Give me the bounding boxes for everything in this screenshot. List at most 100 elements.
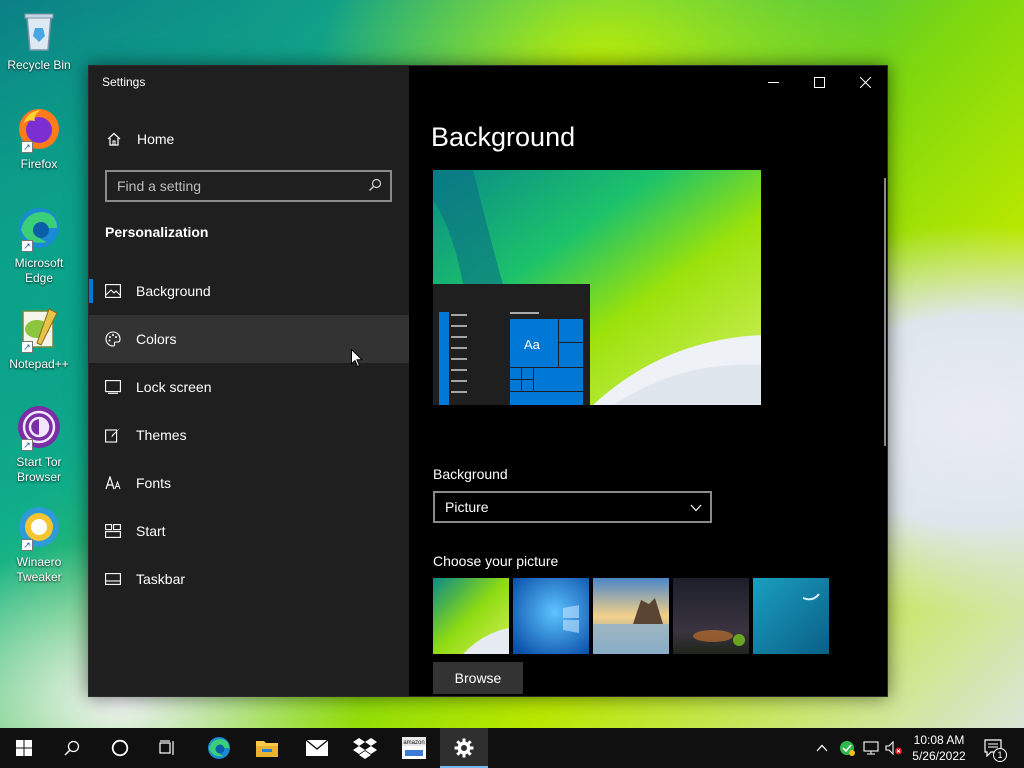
taskbar-icon xyxy=(105,571,121,587)
search-button[interactable] xyxy=(48,728,96,768)
network-icon xyxy=(863,741,879,755)
svg-text:amazon: amazon xyxy=(403,740,424,746)
taskbar: amazon 10:08 AM 5/26/2022 1 xyxy=(0,728,1024,768)
nav-item-background[interactable]: Background xyxy=(89,267,409,315)
desktop-icon-label: Microsoft Edge xyxy=(14,256,64,285)
desktop-icon-label: Recycle Bin xyxy=(7,58,71,72)
settings-content: Background Aa Background Picture Choose … xyxy=(409,66,889,696)
desktop-icon-label: Notepad++ xyxy=(9,357,69,371)
picture-thumbnail[interactable] xyxy=(593,578,669,654)
preview-tile-text: Aa xyxy=(524,337,540,352)
shortcut-arrow-icon: ↗ xyxy=(21,341,33,353)
edge-icon xyxy=(208,737,230,759)
maximize-icon xyxy=(813,76,825,88)
section-title: Personalization xyxy=(105,224,209,240)
mouse-pointer-icon xyxy=(351,348,364,373)
palette-icon xyxy=(105,331,121,347)
nav-item-label: Taskbar xyxy=(136,571,186,587)
winaero-tweaker-icon: ↗ xyxy=(15,503,63,551)
taskbar-amazon-button[interactable]: amazon xyxy=(390,728,438,768)
chevron-down-icon xyxy=(690,499,702,515)
search-icon xyxy=(368,178,382,195)
action-center-button[interactable]: 1 xyxy=(980,728,1008,768)
browse-button[interactable]: Browse xyxy=(433,662,523,694)
recycle-bin-icon xyxy=(15,6,63,54)
picture-icon xyxy=(105,283,121,299)
settings-sidebar: Settings Home Find a setting Personaliza… xyxy=(89,66,409,696)
cortana-button[interactable] xyxy=(96,728,144,768)
window-title: Settings xyxy=(102,75,146,89)
notification-count-badge: 1 xyxy=(993,748,1007,762)
shortcut-arrow-icon: ↗ xyxy=(21,141,33,153)
nav-item-start[interactable]: Start xyxy=(89,507,409,555)
network-tray-icon[interactable] xyxy=(861,728,881,768)
taskbar-dropbox-button[interactable] xyxy=(341,728,389,768)
cortana-icon xyxy=(111,739,129,757)
taskbar-file-explorer-button[interactable] xyxy=(243,728,291,768)
desktop-icon-label: Firefox xyxy=(20,157,58,171)
nav-item-taskbar[interactable]: Taskbar xyxy=(89,555,409,603)
close-button[interactable] xyxy=(842,66,888,98)
task-view-icon xyxy=(159,740,174,755)
desktop-icon-recycle-bin[interactable]: Recycle Bin xyxy=(4,6,74,73)
home-nav-item[interactable]: Home xyxy=(89,121,409,157)
shield-check-icon xyxy=(840,741,855,756)
desktop-icon-tor-browser[interactable]: ↗ Start Tor Browser xyxy=(4,403,74,485)
settings-window: Settings Home Find a setting Personaliza… xyxy=(88,65,888,697)
page-title: Background xyxy=(431,122,576,152)
maximize-button[interactable] xyxy=(796,66,842,98)
firefox-icon: ↗ xyxy=(15,105,63,153)
background-field-label: Background xyxy=(433,466,508,482)
nav-item-label: Themes xyxy=(136,427,187,443)
choose-picture-label: Choose your picture xyxy=(433,553,559,569)
taskbar-mail-button[interactable] xyxy=(293,728,341,768)
windows-logo-icon xyxy=(16,740,32,756)
dropbox-icon xyxy=(353,738,377,759)
start-icon xyxy=(105,523,121,539)
start-button[interactable] xyxy=(0,728,48,768)
nav-item-label: Background xyxy=(136,283,211,299)
nav-item-fonts[interactable]: Fonts xyxy=(89,459,409,507)
picture-thumbnail[interactable] xyxy=(673,578,749,654)
edge-icon: ↗ xyxy=(15,204,63,252)
desktop-icon-label: Start Tor Browser xyxy=(16,455,62,484)
security-tray-icon[interactable] xyxy=(837,728,857,768)
desktop-icon-firefox[interactable]: ↗ Firefox xyxy=(4,105,74,172)
task-view-button[interactable] xyxy=(144,728,192,768)
volume-tray-icon[interactable] xyxy=(884,728,904,768)
chevron-up-icon xyxy=(816,744,828,752)
picture-thumbnail[interactable] xyxy=(753,578,829,654)
nav-item-label: Fonts xyxy=(136,475,172,491)
home-icon xyxy=(106,131,122,147)
desktop-icon-notepad-plus-plus[interactable]: ↗ Notepad++ xyxy=(4,305,74,372)
search-icon xyxy=(64,740,80,756)
desktop-icon-microsoft-edge[interactable]: ↗ Microsoft Edge xyxy=(4,204,74,286)
desktop-preview: Aa xyxy=(433,170,761,405)
home-label: Home xyxy=(137,131,175,147)
taskbar-clock[interactable]: 10:08 AM 5/26/2022 xyxy=(905,732,973,764)
minimize-button[interactable] xyxy=(750,66,796,98)
nav-item-label: Start xyxy=(136,523,166,539)
amazon-store-icon: amazon xyxy=(402,737,426,759)
search-placeholder: Find a setting xyxy=(117,178,202,194)
scrollbar-thumb[interactable] xyxy=(884,178,886,446)
notepad-plus-plus-icon: ↗ xyxy=(15,305,63,353)
desktop-icon-winaero-tweaker[interactable]: ↗ Winaero Tweaker xyxy=(4,503,74,585)
brush-icon xyxy=(105,427,121,443)
background-type-dropdown[interactable]: Picture xyxy=(433,491,712,523)
nav-item-themes[interactable]: Themes xyxy=(89,411,409,459)
mail-icon xyxy=(305,739,329,756)
clock-time: 10:08 AM xyxy=(913,733,965,747)
nav-item-label: Lock screen xyxy=(136,379,212,395)
tor-browser-icon: ↗ xyxy=(15,403,63,451)
picture-thumbnail[interactable] xyxy=(513,578,589,654)
taskbar-settings-button[interactable] xyxy=(440,728,488,768)
show-hidden-icons-button[interactable] xyxy=(813,728,831,768)
taskbar-edge-button[interactable] xyxy=(195,728,243,768)
picture-thumbnail[interactable] xyxy=(433,578,509,654)
dropdown-value: Picture xyxy=(445,499,489,515)
nav-item-label: Colors xyxy=(136,331,177,347)
search-input[interactable]: Find a setting xyxy=(105,170,392,202)
volume-muted-icon xyxy=(885,741,902,755)
folder-icon xyxy=(256,741,278,757)
